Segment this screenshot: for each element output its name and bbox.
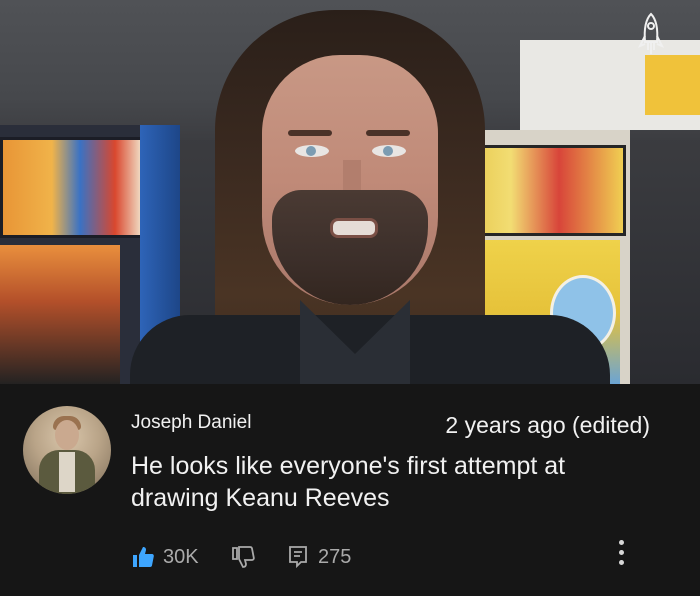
person-mouth <box>330 218 378 238</box>
comment-icon <box>289 546 307 569</box>
like-button[interactable]: 30K <box>131 542 199 572</box>
avatar[interactable] <box>23 406 111 494</box>
more-vert-icon[interactable] <box>614 540 628 572</box>
eye-right <box>372 145 406 157</box>
comment-author[interactable]: Joseph Daniel <box>131 412 251 434</box>
reply-count: 275 <box>318 545 352 568</box>
eye-left <box>295 145 329 157</box>
arcade-cabinet-left <box>0 125 180 384</box>
thumbs-up-icon <box>133 547 154 567</box>
like-count: 30K <box>163 545 199 568</box>
video-frame[interactable] <box>0 0 700 384</box>
comment-text: He looks like everyone's first attempt a… <box>131 452 566 512</box>
dislike-button[interactable] <box>231 542 255 572</box>
background-box <box>520 40 700 130</box>
rocket-logo-icon <box>638 12 664 54</box>
comment: Joseph Daniel 2 years ago (edited) He lo… <box>0 384 700 596</box>
reply-button[interactable]: 275 <box>286 542 351 572</box>
thumbs-down-icon <box>232 546 255 568</box>
comment-timestamp[interactable]: 2 years ago (edited) <box>445 412 650 439</box>
